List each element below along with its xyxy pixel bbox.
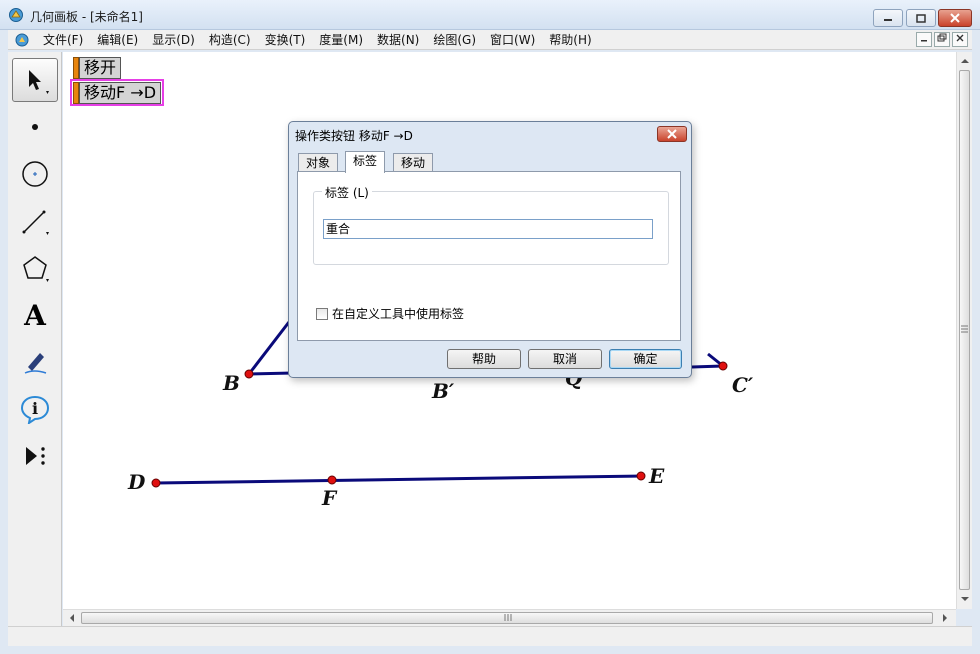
label-b-prime: B′ — [432, 379, 455, 403]
minimize-button[interactable] — [873, 9, 903, 27]
use-label-in-custom-tools[interactable]: 在自定义工具中使用标签 — [316, 305, 464, 322]
polygon-tool[interactable] — [12, 246, 58, 290]
point-c-prime[interactable] — [718, 361, 728, 371]
label-b: B — [223, 371, 240, 395]
segment-c-base[interactable] — [691, 364, 724, 369]
compass-tool[interactable] — [12, 152, 58, 196]
vertical-scroll-thumb[interactable] — [959, 70, 970, 590]
segment-b-top[interactable] — [247, 321, 291, 375]
text-tool-icon: A — [24, 298, 46, 332]
ok-button[interactable]: 确定 — [609, 349, 682, 369]
cancel-button[interactable]: 取消 — [528, 349, 602, 369]
button-label: 移动F →D — [79, 82, 162, 104]
close-icon — [667, 129, 677, 139]
label-input[interactable]: 重合 — [323, 219, 653, 239]
segment-b-base[interactable] — [248, 371, 294, 376]
menu-transform[interactable]: 变换(T) — [258, 31, 313, 48]
text-tool[interactable]: A — [12, 293, 58, 337]
label-e: E — [649, 464, 665, 488]
action-button-move-f-d[interactable]: 移动F →D — [73, 82, 162, 104]
line-tool-icon — [22, 210, 49, 235]
arrow-tool-icon — [29, 70, 49, 94]
scroll-left-icon[interactable] — [66, 611, 78, 625]
close-icon — [956, 34, 964, 42]
label-d: D — [128, 470, 146, 494]
horizontal-scroll-thumb[interactable] — [81, 612, 933, 624]
doc-close-button[interactable] — [952, 32, 968, 47]
label-groupbox: 标签 (L) 重合 — [313, 184, 669, 265]
button-label: 移开 — [79, 57, 122, 79]
horizontal-scrollbar[interactable] — [63, 609, 956, 626]
checkbox[interactable] — [316, 307, 328, 320]
scroll-down-icon[interactable] — [958, 593, 972, 605]
scroll-up-icon[interactable] — [958, 55, 972, 67]
label-c-prime: C′ — [732, 373, 754, 397]
close-button[interactable] — [938, 9, 972, 27]
marker-tool[interactable] — [12, 340, 58, 384]
point-e[interactable] — [636, 471, 646, 481]
action-button-properties-dialog: 操作类按钮 移动F →D 对象 标签 移动 标签 (L) 重合 在自定义工具中使… — [288, 121, 692, 378]
window-title: 几何画板 - [未命名1] — [30, 10, 143, 24]
menu-help[interactable]: 帮助(H) — [542, 31, 598, 48]
arrow-tool[interactable] — [12, 58, 58, 102]
menu-bar: 文件(F) 编辑(E) 显示(D) 构造(C) 变换(T) 度量(M) 数据(N… — [8, 30, 972, 50]
toolbox: A i — [8, 52, 62, 626]
point-d[interactable] — [151, 478, 161, 488]
close-icon — [950, 13, 960, 23]
point-b[interactable] — [244, 369, 254, 379]
point-tool[interactable] — [12, 105, 58, 149]
menu-measure[interactable]: 度量(M) — [312, 31, 370, 48]
marker-tool-icon — [24, 353, 47, 374]
segment-de[interactable] — [155, 474, 642, 485]
tab-move[interactable]: 移动 — [393, 153, 434, 173]
compass-tool-icon — [22, 161, 48, 187]
custom-tool[interactable] — [12, 434, 58, 478]
menu-file[interactable]: 文件(F) — [36, 31, 90, 48]
scroll-right-icon[interactable] — [939, 611, 951, 625]
restore-icon — [916, 13, 926, 23]
dialog-close-button[interactable] — [657, 126, 687, 142]
vertical-scrollbar[interactable] — [956, 52, 972, 609]
doc-restore-button[interactable] — [934, 32, 950, 47]
dialog-title: 操作类按钮 移动F →D — [295, 129, 413, 143]
label-f: F — [322, 486, 337, 510]
document-icon[interactable] — [14, 32, 30, 48]
app-icon — [9, 8, 23, 22]
svg-text:i: i — [32, 399, 38, 418]
information-tool-icon: i — [20, 395, 50, 424]
minimize-icon — [921, 40, 927, 42]
menu-number[interactable]: 数据(N) — [370, 31, 426, 48]
tab-object[interactable]: 对象 — [298, 153, 339, 173]
menu-edit[interactable]: 编辑(E) — [90, 31, 145, 48]
doc-minimize-button[interactable] — [916, 32, 932, 47]
tab-label[interactable]: 标签 — [345, 151, 386, 173]
group-label: 标签 (L) — [322, 184, 372, 201]
status-bar — [8, 626, 972, 646]
point-tool-icon — [32, 124, 38, 130]
grip-icon — [961, 325, 968, 333]
title-bar: 几何画板 - [未命名1] — [0, 0, 980, 30]
tab-panel: 标签 (L) 重合 在自定义工具中使用标签 — [297, 171, 681, 341]
custom-tool-icon — [26, 447, 45, 465]
maximize-button[interactable] — [906, 9, 936, 27]
help-button[interactable]: 帮助 — [447, 349, 521, 369]
checkbox-label: 在自定义工具中使用标签 — [332, 307, 465, 321]
action-button-move-away[interactable]: 移开 — [73, 57, 122, 79]
information-tool[interactable]: i — [12, 387, 58, 431]
polygon-tool-icon — [23, 256, 49, 282]
point-f[interactable] — [327, 475, 337, 485]
menu-window[interactable]: 窗口(W) — [483, 31, 542, 48]
menu-graph[interactable]: 绘图(G) — [426, 31, 483, 48]
minimize-icon — [884, 19, 892, 21]
menu-construct[interactable]: 构造(C) — [202, 31, 258, 48]
straightedge-tool[interactable] — [12, 199, 58, 243]
grip-icon — [504, 614, 512, 621]
menu-display[interactable]: 显示(D) — [145, 31, 202, 48]
restore-icon — [937, 33, 947, 42]
